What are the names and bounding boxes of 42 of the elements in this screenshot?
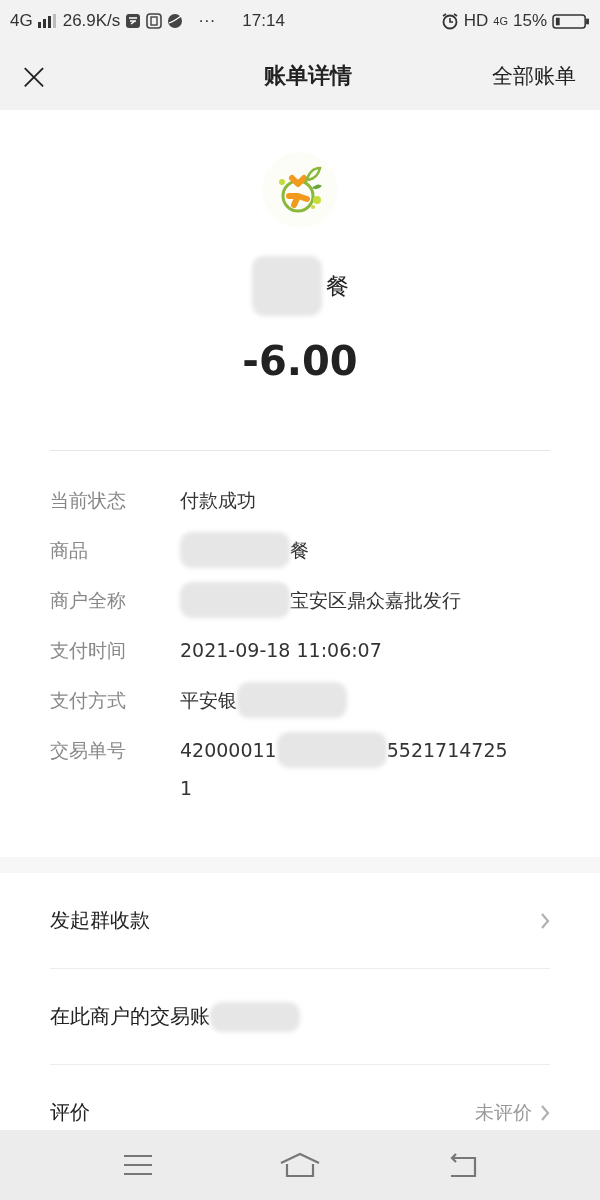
- network-type: 4G: [10, 11, 33, 31]
- signal-icon: [37, 14, 58, 28]
- merchant-name: 餐: [325, 271, 349, 301]
- menu-icon[interactable]: [123, 1153, 154, 1177]
- app-notification-icon: [125, 13, 142, 29]
- home-icon[interactable]: [280, 1152, 320, 1178]
- detail-value: 宝安区鼎众嘉批发行: [290, 588, 461, 613]
- chevron-right-icon[interactable]: [540, 911, 550, 930]
- detail-label: 交易单号: [50, 738, 127, 763]
- more-notifications: ···: [198, 11, 216, 31]
- detail-value: 付款成功: [180, 488, 256, 513]
- alarm-icon: [440, 12, 459, 30]
- redaction-blur: [251, 256, 322, 316]
- battery-percent: 15%: [512, 11, 547, 31]
- detail-label: 支付时间: [50, 638, 127, 663]
- fruit-logo-icon: [260, 150, 340, 230]
- detail-label: 支付方式: [50, 688, 127, 713]
- hd-indicator: HD: [463, 11, 489, 31]
- detail-value: 5521714725: [386, 738, 508, 763]
- network-type: 4G: [493, 15, 508, 27]
- detail-value: 2021-09-18 11:06:07: [180, 638, 382, 663]
- network-speed: 26.9K/s: [62, 11, 121, 31]
- menu-item[interactable]: 发起群收款: [50, 907, 150, 934]
- all-bills-link[interactable]: 全部账单: [492, 62, 576, 90]
- page-title: 账单详情: [263, 62, 352, 90]
- chevron-right-icon[interactable]: [540, 1103, 550, 1122]
- app-notification-icon: [146, 13, 163, 29]
- detail-value: 餐: [290, 538, 309, 563]
- menu-item[interactable]: 在此商户的交易账: [50, 1003, 210, 1030]
- detail-value: 1: [180, 776, 193, 801]
- detail-label: 商品: [50, 538, 89, 563]
- detail-label: 当前状态: [50, 488, 127, 513]
- detail-label: 商户全称: [50, 588, 127, 613]
- menu-item[interactable]: 评价: [50, 1099, 90, 1126]
- detail-value: 42000011: [180, 738, 277, 763]
- amount: -6.00: [242, 338, 358, 384]
- clock-time: 17:14: [242, 11, 285, 31]
- battery-icon: [552, 12, 590, 30]
- globe-icon: [167, 13, 184, 29]
- close-button[interactable]: ×: [14, 57, 54, 95]
- detail-value: 平安银: [180, 688, 237, 713]
- rating-status: 未评价: [475, 1099, 532, 1125]
